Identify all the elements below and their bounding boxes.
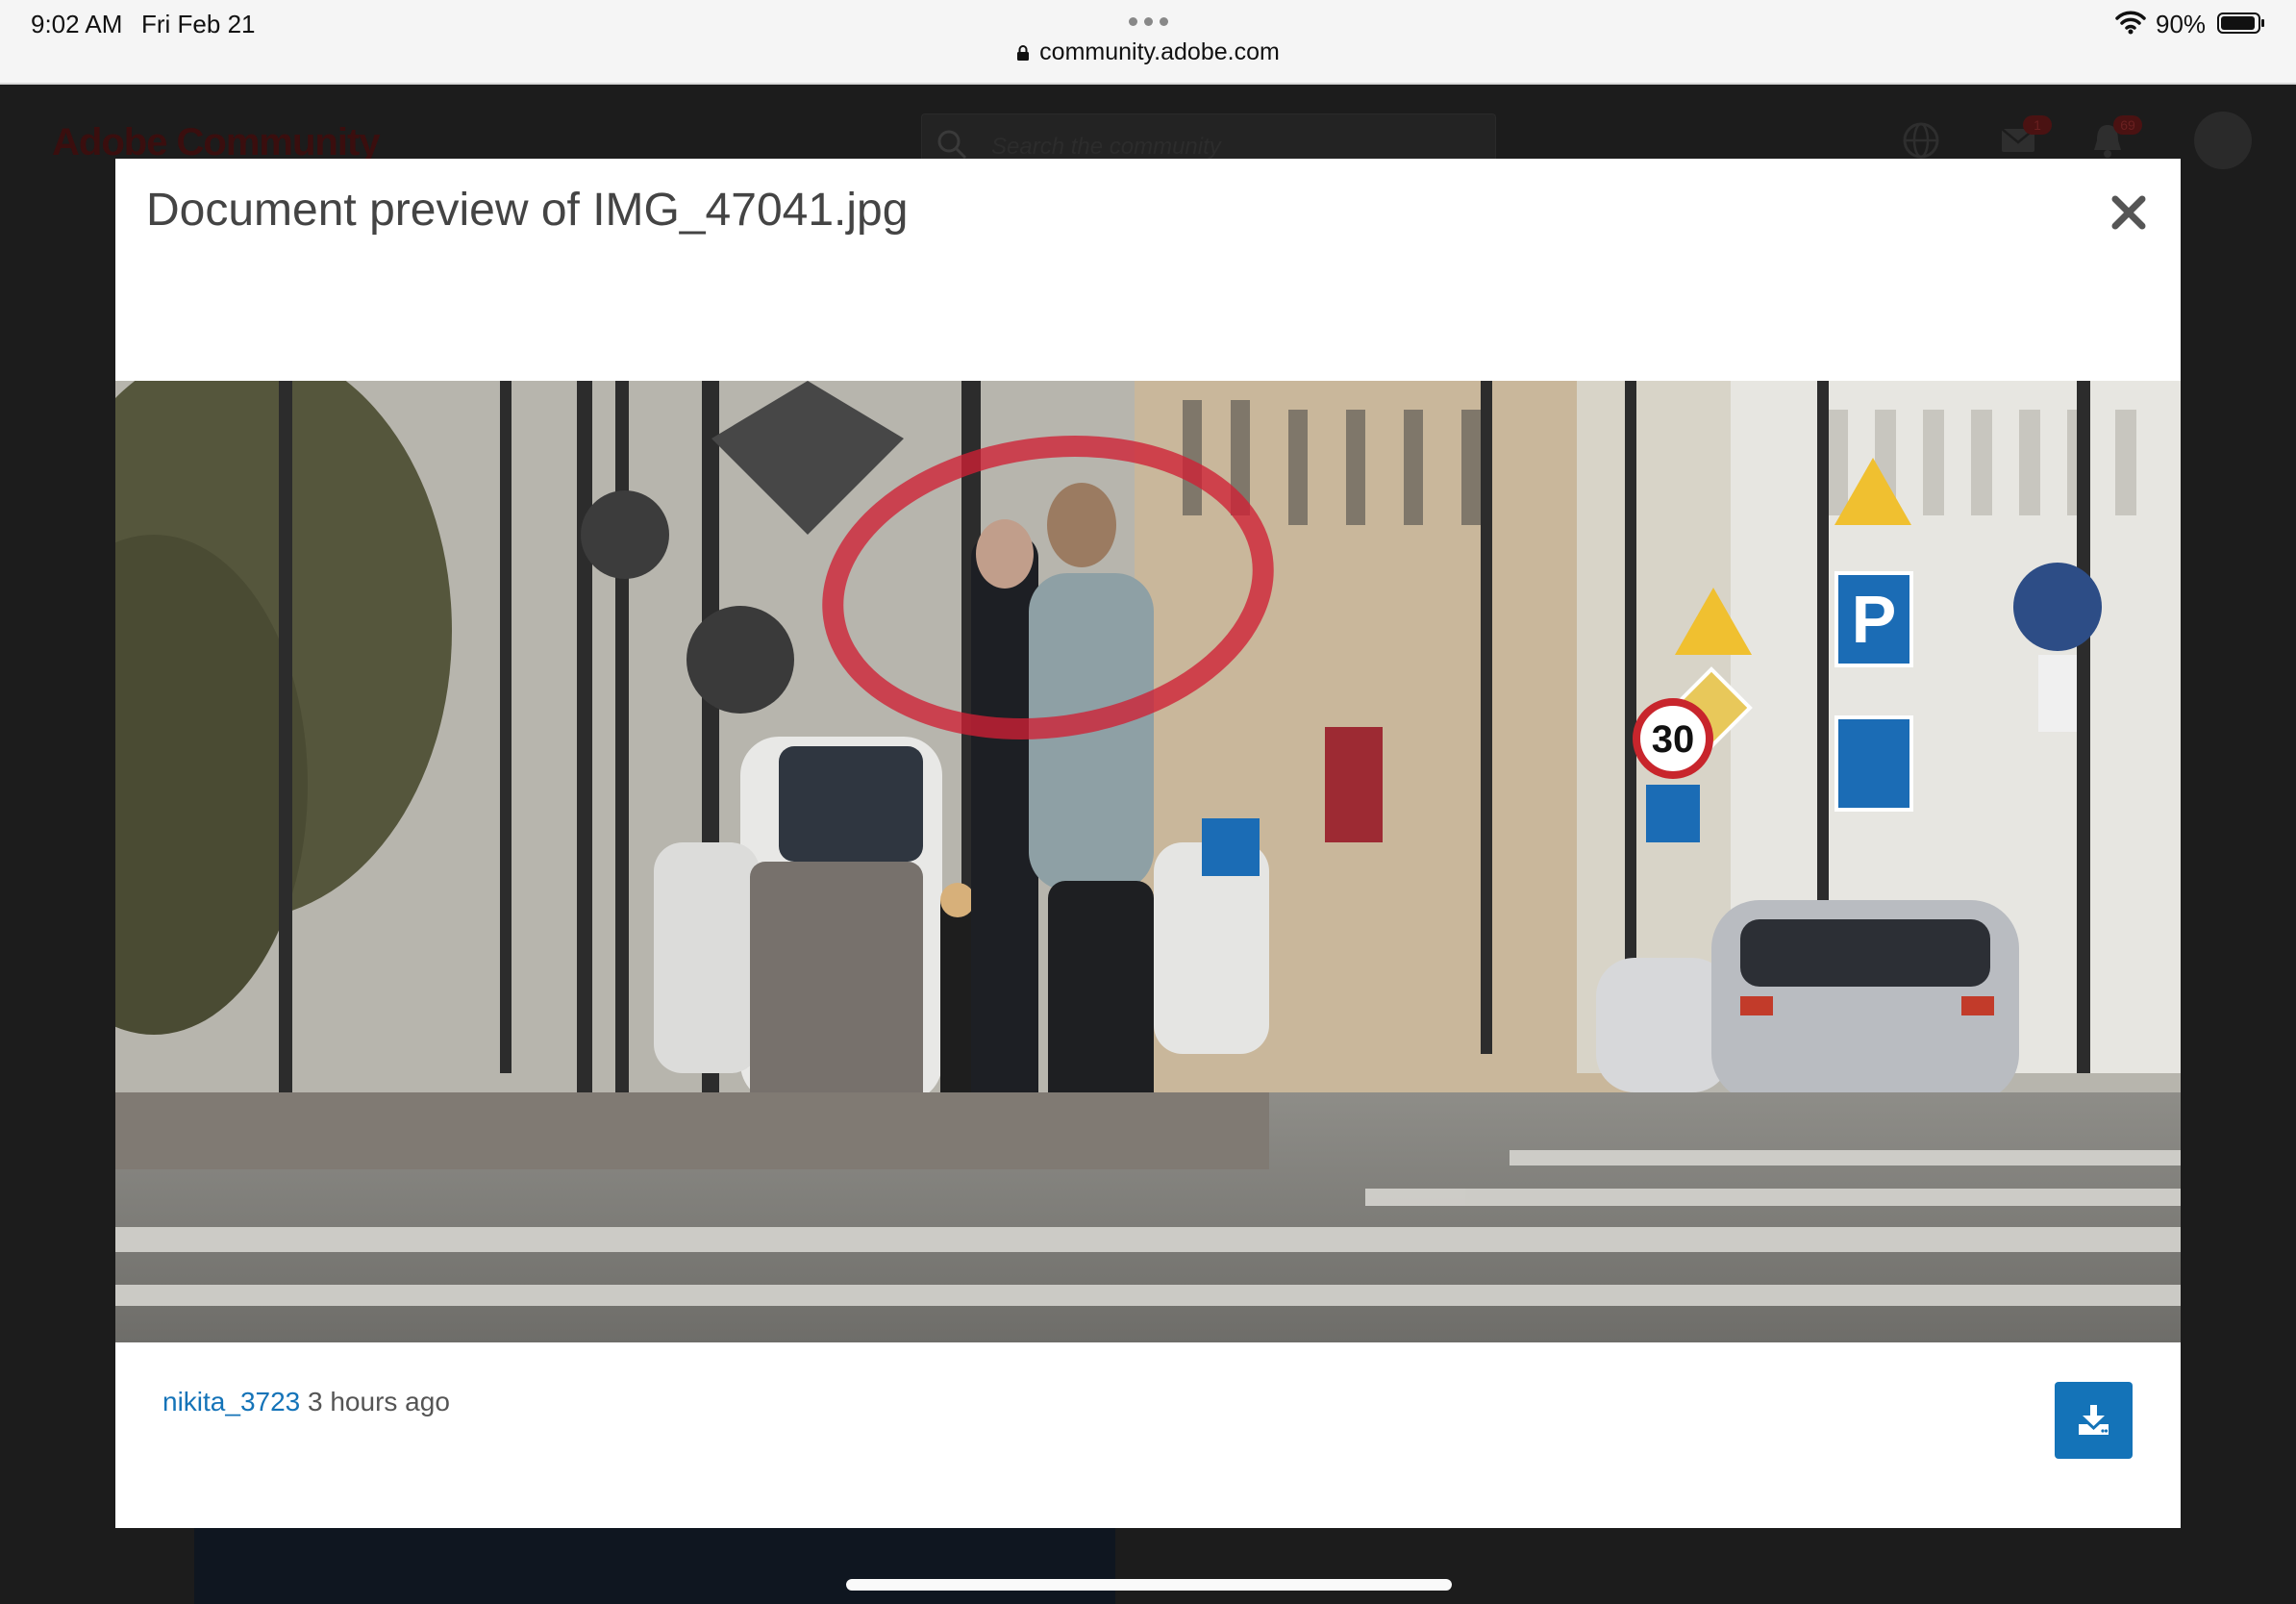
globe-icon[interactable] xyxy=(1900,119,1942,162)
parking-sign: P xyxy=(1852,582,1897,657)
author-link[interactable]: nikita_3723 xyxy=(162,1387,300,1417)
search-placeholder: Search the community xyxy=(991,134,1221,160)
close-icon[interactable] xyxy=(2108,191,2150,234)
alerts-badge: 69 xyxy=(2113,115,2142,135)
document-preview-modal: Document preview of IMG_47041.jpg 30 P n… xyxy=(115,159,2181,1528)
multitasking-dots-icon[interactable] xyxy=(1127,12,1171,27)
street-photo: 30 P xyxy=(115,381,2181,1342)
address-bar[interactable]: community.adobe.com xyxy=(0,38,2296,66)
url-text: community.adobe.com xyxy=(1039,38,1280,65)
wifi-icon xyxy=(2115,11,2146,35)
avatar[interactable] xyxy=(2194,112,2252,169)
background-card xyxy=(194,1527,1115,1604)
status-bar: 9:02 AM Fri Feb 21 community.adobe.com 9… xyxy=(0,0,2296,85)
timestamp: 3 hours ago xyxy=(308,1387,450,1416)
lock-icon xyxy=(1017,45,1030,61)
modal-title: Document preview of IMG_47041.jpg xyxy=(146,185,909,236)
battery-icon xyxy=(2217,13,2264,34)
image-preview: 30 P xyxy=(115,381,2181,1342)
download-button[interactable] xyxy=(2055,1382,2133,1459)
status-date: Fri Feb 21 xyxy=(141,10,256,38)
search-icon xyxy=(937,130,967,160)
status-time: 9:02 AM xyxy=(31,10,123,38)
speed-limit-sign: 30 xyxy=(1652,718,1695,761)
download-icon xyxy=(2079,1405,2109,1435)
messages-badge: 1 xyxy=(2023,115,2052,135)
home-indicator[interactable] xyxy=(846,1579,1452,1591)
battery-percent: 90% xyxy=(2156,10,2207,38)
